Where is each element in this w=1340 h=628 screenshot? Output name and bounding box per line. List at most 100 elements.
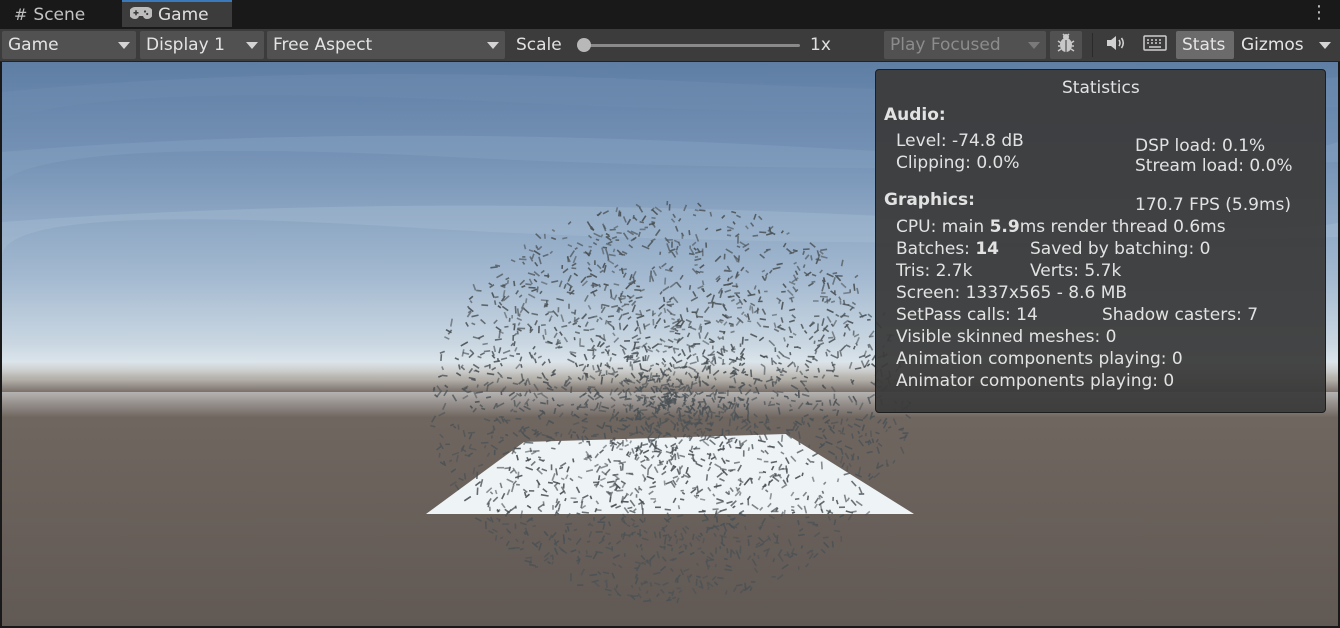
fish-particle [839, 455, 844, 464]
fish-particle [625, 358, 632, 361]
fish-particle [645, 590, 649, 594]
fish-particle [877, 442, 883, 448]
fish-particle [534, 429, 537, 436]
fish-particle [704, 321, 711, 325]
fish-particle [780, 327, 786, 331]
view-mode-dropdown[interactable]: Game [2, 31, 136, 59]
fish-particle [478, 463, 484, 467]
fish-particle [583, 353, 588, 361]
fish-particle [832, 424, 835, 430]
fish-particle [638, 386, 644, 389]
fish-particle [818, 427, 822, 431]
fish-particle [855, 342, 858, 346]
debug-toggle[interactable] [1050, 31, 1082, 59]
fish-particle [728, 468, 736, 472]
fish-particle [732, 221, 736, 225]
fish-particle [731, 210, 737, 214]
fish-particle [740, 266, 745, 272]
tab-game[interactable]: Game [122, 0, 232, 27]
fish-particle [523, 491, 527, 497]
fish-particle [602, 421, 606, 428]
fish-particle [474, 517, 482, 522]
scale-slider-handle[interactable] [577, 38, 591, 52]
fish-particle [847, 514, 853, 521]
scale-slider-track[interactable] [582, 44, 800, 47]
tab-scene[interactable]: # Scene [0, 0, 120, 29]
fish-particle [867, 473, 871, 478]
fish-particle [847, 423, 854, 429]
fish-particle [825, 440, 833, 446]
fish-particle [570, 549, 577, 553]
fish-particle [650, 397, 655, 401]
fish-particle [490, 444, 499, 451]
fish-particle [586, 221, 592, 229]
fish-particle [811, 460, 815, 463]
fish-particle [711, 397, 716, 403]
fish-particle [588, 442, 591, 446]
fish-particle [505, 540, 510, 547]
fish-particle [590, 284, 597, 287]
stats-toggle[interactable]: Stats [1176, 31, 1234, 59]
fish-particle [853, 333, 860, 338]
fish-particle [763, 537, 771, 543]
play-mode-dropdown[interactable]: Play Focused [884, 31, 1046, 59]
fish-particle [504, 467, 510, 470]
tab-scene-label: Scene [33, 4, 86, 25]
fish-particle [682, 433, 687, 438]
fish-particle [534, 358, 537, 364]
fish-particle [830, 354, 839, 359]
fish-particle [776, 262, 783, 266]
fish-particle [683, 568, 690, 573]
fish-particle [855, 336, 860, 344]
fish-particle [576, 512, 581, 516]
fish-particle [735, 425, 739, 431]
fish-particle [820, 334, 825, 341]
fish-particle [788, 326, 793, 334]
fish-particle [566, 526, 570, 532]
display-dropdown[interactable]: Display 1 [140, 31, 264, 59]
fish-particle [780, 317, 784, 323]
fish-particle [715, 319, 720, 324]
fish-particle [794, 425, 800, 432]
fish-particle [506, 280, 509, 284]
fish-particle [531, 253, 535, 260]
gizmos-dropdown[interactable]: Gizmos [1237, 31, 1337, 59]
fish-particle [646, 348, 653, 353]
fish-particle [752, 234, 759, 237]
fish-particle [702, 339, 710, 346]
fish-particle [813, 357, 818, 362]
more-options-icon[interactable]: ⋮ [1310, 4, 1328, 22]
mute-audio-toggle[interactable] [1100, 31, 1132, 59]
fish-particle [693, 247, 697, 251]
fish-particle [847, 320, 854, 324]
aspect-dropdown[interactable]: Free Aspect [267, 31, 505, 59]
animator-components-stat: Animator components playing: 0 [896, 371, 1175, 391]
fish-particle [668, 591, 673, 595]
fish-particle [851, 510, 857, 513]
fish-particle [589, 328, 595, 331]
fish-particle [744, 225, 749, 230]
fish-particle [462, 394, 469, 400]
fish-particle [681, 527, 688, 534]
fish-particle [768, 269, 773, 274]
fish-particle [714, 563, 718, 568]
fish-particle [512, 431, 519, 438]
fish-particle [738, 362, 742, 367]
fish-particle [514, 505, 517, 509]
fish-particle [526, 402, 529, 407]
fish-particle [719, 545, 722, 550]
fish-particle [493, 418, 499, 422]
fish-particle [582, 429, 586, 434]
fish-particle [692, 213, 697, 217]
fish-particle [854, 473, 863, 478]
keyboard-shortcuts-toggle[interactable] [1138, 31, 1172, 59]
fish-particle [588, 531, 593, 538]
fish-particle [650, 364, 654, 367]
fish-particle [475, 391, 484, 394]
fish-particle [750, 302, 756, 307]
fish-particle [636, 314, 645, 320]
fish-particle [776, 525, 781, 528]
fish-particle [697, 535, 702, 538]
fish-particle [608, 416, 614, 422]
fish-particle [777, 549, 783, 557]
